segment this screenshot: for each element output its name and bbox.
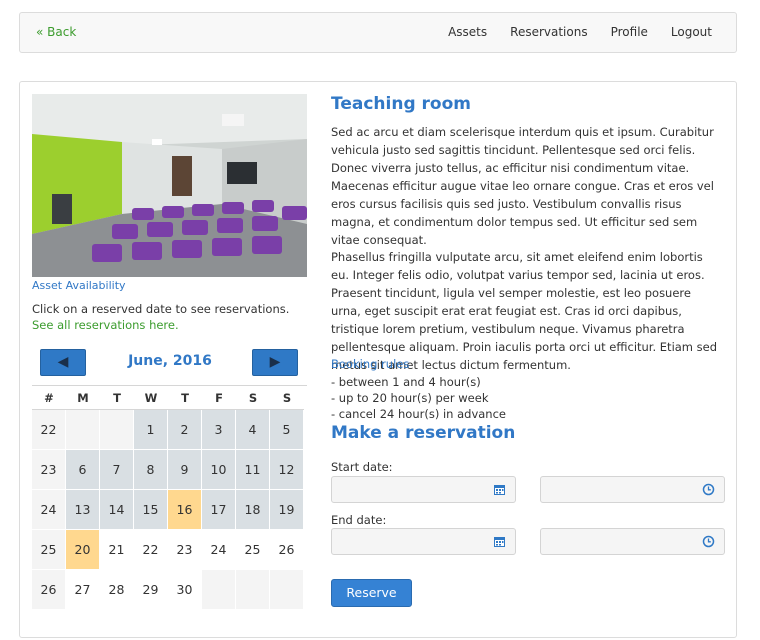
calendar-day[interactable]: 26 [270, 530, 304, 570]
nav-link-reservations[interactable]: Reservations [510, 25, 587, 39]
calendar-day-reserved[interactable]: 7 [100, 450, 134, 490]
calendar-month-title: June, 2016 [128, 353, 212, 369]
nav-link-assets[interactable]: Assets [448, 25, 487, 39]
hint-text: Click on a reserved date to see reservat… [32, 302, 290, 316]
calendar-day-reserved[interactable]: 8 [134, 450, 168, 490]
calendar-week-header: # [32, 386, 66, 410]
asset-description-1: Sed ac arcu et diam scelerisque interdum… [331, 125, 714, 247]
calendar-weekday-header: S [236, 386, 270, 410]
end-date-input[interactable] [331, 528, 516, 555]
calendar-day-reserved[interactable]: 15 [134, 490, 168, 530]
calendar-day-reserved[interactable]: 10 [202, 450, 236, 490]
chevron-left-icon: ◀ [57, 354, 69, 370]
back-link[interactable]: « Back [36, 25, 76, 39]
calendar-day-reserved[interactable]: 1 [134, 410, 168, 450]
reserve-button[interactable]: Reserve [331, 579, 412, 607]
calendar-week-number: 22 [32, 410, 66, 450]
end-date-label: End date: [331, 513, 387, 527]
calendar-icon [494, 485, 505, 495]
nav-links: Assets Reservations Profile Logout [448, 25, 712, 39]
calendar-day-highlighted[interactable]: 16 [168, 490, 202, 530]
asset-description-2: Phasellus fringilla vulputate arcu, sit … [331, 250, 718, 372]
calendar-week-number: 24 [32, 490, 66, 530]
calendar-weekday-header: T [168, 386, 202, 410]
booking-rule: - between 1 and 4 hour(s) [331, 375, 481, 389]
calendar-day-reserved[interactable]: 6 [66, 450, 100, 490]
end-time-input[interactable] [540, 528, 725, 555]
calendar-day[interactable]: 23 [168, 530, 202, 570]
asset-title: Teaching room [331, 94, 471, 114]
calendar-weekday-header: S [270, 386, 304, 410]
calendar-day[interactable]: 30 [168, 570, 202, 610]
start-time-input[interactable] [540, 476, 725, 503]
calendar-day-reserved[interactable]: 13 [66, 490, 100, 530]
asset-availability-link[interactable]: Asset Availability [32, 279, 126, 292]
asset-panel: Asset Availability Click on a reserved d… [19, 81, 737, 638]
calendar-day[interactable]: 29 [134, 570, 168, 610]
chevron-right-icon: ▶ [269, 354, 281, 370]
clock-icon [702, 535, 715, 548]
calendar-day-reserved[interactable]: 11 [236, 450, 270, 490]
calendar-day[interactable]: 25 [236, 530, 270, 570]
calendar-day[interactable]: 24 [202, 530, 236, 570]
next-month-button[interactable]: ▶ [252, 349, 298, 376]
calendar-day[interactable]: 22 [134, 530, 168, 570]
booking-rule: - cancel 24 hour(s) in advance [331, 407, 506, 421]
calendar-day[interactable]: 28 [100, 570, 134, 610]
booking-rules-link[interactable]: Booking rules [331, 357, 409, 371]
reservation-title: Make a reservation [331, 423, 516, 443]
calendar-weekday-header: F [202, 386, 236, 410]
calendar-weekday-header: M [66, 386, 100, 410]
calendar-week-number: 25 [32, 530, 66, 570]
start-date-input[interactable] [331, 476, 516, 503]
calendar-week-number: 23 [32, 450, 66, 490]
nav-link-profile[interactable]: Profile [611, 25, 648, 39]
calendar-day-highlighted[interactable]: 20 [66, 530, 100, 570]
calendar-day-reserved[interactable]: 18 [236, 490, 270, 530]
calendar-day-reserved[interactable]: 19 [270, 490, 304, 530]
calendar-grid: # M T W T F S S 22 1 2 3 4 5 23 6 7 8 9 10 11 12 24 13 14 15 16 17 1… [32, 385, 307, 610]
calendar-day-reserved[interactable]: 9 [168, 450, 202, 490]
calendar-day[interactable]: 21 [100, 530, 134, 570]
calendar-empty-cell [270, 570, 304, 610]
nav-link-logout[interactable]: Logout [671, 25, 712, 39]
booking-rule: - up to 20 hour(s) per week [331, 391, 489, 405]
calendar-day-reserved[interactable]: 2 [168, 410, 202, 450]
calendar-day-reserved[interactable]: 3 [202, 410, 236, 450]
calendar-empty-cell [66, 410, 100, 450]
asset-photo [32, 94, 307, 277]
calendar-day-reserved[interactable]: 12 [270, 450, 304, 490]
calendar-week-number: 26 [32, 570, 66, 610]
calendar-day-reserved[interactable]: 5 [270, 410, 304, 450]
clock-icon [702, 483, 715, 496]
calendar-weekday-header: W [134, 386, 168, 410]
calendar-weekday-header: T [100, 386, 134, 410]
start-date-label: Start date: [331, 460, 393, 474]
calendar-icon [494, 537, 505, 547]
see-all-reservations-link[interactable]: See all reservations here. [32, 318, 179, 332]
availability-hint: Click on a reserved date to see reservat… [32, 301, 307, 333]
calendar-day-reserved[interactable]: 4 [236, 410, 270, 450]
booking-rules-list: - between 1 and 4 hour(s) - up to 20 hou… [331, 374, 506, 422]
calendar-empty-cell [236, 570, 270, 610]
calendar-empty-cell [100, 410, 134, 450]
calendar-day-reserved[interactable]: 14 [100, 490, 134, 530]
top-navbar: « Back Assets Reservations Profile Logou… [19, 12, 737, 53]
calendar-day-reserved[interactable]: 17 [202, 490, 236, 530]
prev-month-button[interactable]: ◀ [40, 349, 86, 376]
calendar-empty-cell [202, 570, 236, 610]
calendar-day[interactable]: 27 [66, 570, 100, 610]
